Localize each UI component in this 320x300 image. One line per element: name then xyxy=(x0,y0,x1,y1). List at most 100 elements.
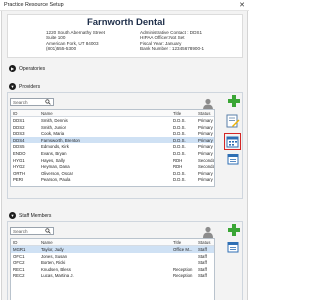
provider-cell-id: DDS3 xyxy=(13,131,25,137)
provider-cell-title: D.D.S. xyxy=(173,131,186,137)
staff-cell-status: Staff xyxy=(198,253,207,259)
search-placeholder: Search xyxy=(13,100,28,105)
provider-cell-status: Secondary xyxy=(198,164,215,170)
provider-row[interactable]: DDS1 Smith, Dennis D.D.S. Primary xyxy=(11,117,214,124)
provider-row[interactable]: PERI Pearson, Paula D.D.S. Primary xyxy=(11,176,214,183)
column-header-status[interactable]: Status xyxy=(198,240,210,245)
calendar-icon[interactable] xyxy=(227,153,239,165)
providers-grid-header: ID Name Title Status xyxy=(11,110,214,117)
provider-cell-id: HYG1 xyxy=(13,157,25,163)
search-icon[interactable] xyxy=(45,99,51,105)
provider-cell-name: Smith, Junior xyxy=(41,124,67,130)
staff-cell-name: Borten, Ricki xyxy=(41,260,66,266)
operatories-section-header[interactable]: ▶ Operatories xyxy=(9,64,45,73)
providers-label: Providers xyxy=(19,83,41,90)
provider-cell-title: D.D.S. xyxy=(173,124,186,130)
column-header-id[interactable]: ID xyxy=(13,111,17,116)
provider-cell-title: RDH xyxy=(173,164,183,170)
provider-cell-name: Smith, Dennis xyxy=(41,118,68,123)
practice-name: Farnworth Dental xyxy=(86,17,166,28)
practice-admin-info: Administrative Contact : DDS1 HIPAA Offi… xyxy=(140,30,204,52)
staff-cell-id: OFC2 xyxy=(13,260,25,266)
add-provider-icon[interactable] xyxy=(228,95,240,107)
provider-cell-title: D.D.S. xyxy=(173,144,186,150)
provider-row[interactable]: HYG1 Hayes, Sally RDH Secondary xyxy=(11,157,214,164)
staff-row[interactable]: OFC1 Jones, Susan Staff xyxy=(11,253,214,260)
provider-cell-status: Primary xyxy=(198,124,213,130)
provider-row[interactable]: ORTH Oliverson, Oscar D.D.S. Primary xyxy=(11,170,214,177)
phone-number: (801)555-5300 xyxy=(46,46,77,52)
providers-section-header[interactable]: ▼ Providers xyxy=(9,82,40,91)
staff-grid-header: ID Name Title Status xyxy=(11,239,214,246)
calendar-schedule-icon[interactable] xyxy=(226,135,239,148)
providers-search-input[interactable]: Search xyxy=(10,98,54,106)
provider-cell-name: Oliverson, Oscar xyxy=(41,170,73,176)
provider-row[interactable]: DDS3 Cook, Maria D.D.S. Primary xyxy=(11,130,214,137)
provider-cell-id: ORTH xyxy=(13,170,26,176)
provider-cell-title: D.D.S. xyxy=(173,118,186,123)
person-silhouette-icon xyxy=(203,226,213,238)
expand-icon[interactable]: ▼ xyxy=(9,83,16,90)
provider-cell-status: Primary xyxy=(198,131,213,137)
provider-cell-id: ENDO xyxy=(13,150,26,156)
staff-cell-name: Lucas, Martina J. xyxy=(41,273,74,279)
provider-cell-title: D.D.S. xyxy=(173,137,186,143)
provider-cell-title: D.D.S. xyxy=(173,170,186,176)
column-header-status[interactable]: Status xyxy=(198,111,210,116)
column-header-title[interactable]: Title xyxy=(173,111,181,116)
search-icon[interactable] xyxy=(45,228,51,234)
staff-search-input[interactable]: Search xyxy=(10,227,54,235)
provider-cell-status: Primary xyxy=(198,177,213,183)
staff-cell-id: MGR1 xyxy=(13,247,26,252)
provider-row[interactable]: ENDO Evans, Bryan D.D.S. Primary xyxy=(11,150,214,157)
staff-cell-id: OFC1 xyxy=(13,253,25,259)
staff-cell-name: Taylor, Judy xyxy=(41,247,64,252)
column-header-name[interactable]: Name xyxy=(41,111,53,116)
provider-row[interactable]: HYG2 Heyman, Dana RDH Secondary xyxy=(11,163,214,170)
staff-row[interactable]: OFC2 Borten, Ricki Staff xyxy=(11,259,214,266)
bank-number: Bank Number : 12345678900-1 xyxy=(140,46,205,52)
staff-cell-id: REC2 xyxy=(13,273,25,279)
title-bar: Practice Resource Setup ✕ xyxy=(0,0,249,11)
provider-cell-id: HYG2 xyxy=(13,164,25,170)
column-header-title[interactable]: Title xyxy=(173,240,181,245)
column-header-name[interactable]: Name xyxy=(41,240,53,245)
staff-section-header[interactable]: ▼ Staff Members xyxy=(9,211,51,220)
provider-cell-id: PERI xyxy=(13,177,24,183)
provider-cell-status: Primary xyxy=(198,144,213,150)
close-icon[interactable]: ✕ xyxy=(239,1,245,10)
expand-icon[interactable]: ▼ xyxy=(9,212,16,219)
search-placeholder: Search xyxy=(13,229,28,234)
provider-cell-id: DDS5 xyxy=(13,144,25,150)
provider-cell-status: Primary xyxy=(198,118,213,123)
provider-cell-status: Primary xyxy=(198,137,213,143)
provider-cell-id: DDS4 xyxy=(13,137,25,143)
provider-row[interactable]: DDS4 Farnsworth, Brenton D.D.S. Primary xyxy=(11,136,214,144)
staff-label: Staff Members xyxy=(19,212,52,219)
window-title: Practice Resource Setup xyxy=(4,2,64,8)
staff-row[interactable]: REC2 Lucas, Martina J. Reception Staff xyxy=(11,272,214,279)
staff-cell-status: Staff xyxy=(198,260,207,266)
provider-cell-name: Evans, Bryan xyxy=(41,150,67,156)
provider-cell-name: Heyman, Dana xyxy=(41,164,70,170)
calendar-icon[interactable] xyxy=(227,241,239,253)
staff-cell-status: Staff xyxy=(198,273,207,279)
staff-cell-status: Staff xyxy=(198,247,207,252)
edit-provider-icon[interactable] xyxy=(226,114,240,128)
practice-info-card: Farnworth Dental 1220 South Abernathy St… xyxy=(7,14,243,58)
staff-cell-title: Office M... xyxy=(173,247,193,252)
column-header-id[interactable]: ID xyxy=(13,240,17,245)
staff-grid: ID Name Title Status MGR1 Taylor, Judy Off… xyxy=(10,238,215,300)
staff-row[interactable]: MGR1 Taylor, Judy Office M... Staff xyxy=(11,246,214,253)
expand-icon[interactable]: ▶ xyxy=(9,65,16,72)
staff-cell-status: Staff xyxy=(198,266,207,272)
provider-row[interactable]: DDS2 Smith, Junior D.D.S. Primary xyxy=(11,124,214,131)
staff-row[interactable]: REC1 Knudsen, Bless Reception Staff xyxy=(11,266,214,273)
provider-row[interactable]: DDS5 Edmonds, Kirk D.D.S. Primary xyxy=(11,143,214,150)
add-staff-icon[interactable] xyxy=(228,224,240,236)
provider-cell-name: Edmonds, Kirk xyxy=(41,144,69,150)
provider-cell-id: DDS1 xyxy=(13,118,25,123)
provider-cell-name: Farnsworth, Brenton xyxy=(41,137,80,143)
provider-cell-title: RDH xyxy=(173,157,183,163)
provider-cell-status: Primary xyxy=(198,170,213,176)
